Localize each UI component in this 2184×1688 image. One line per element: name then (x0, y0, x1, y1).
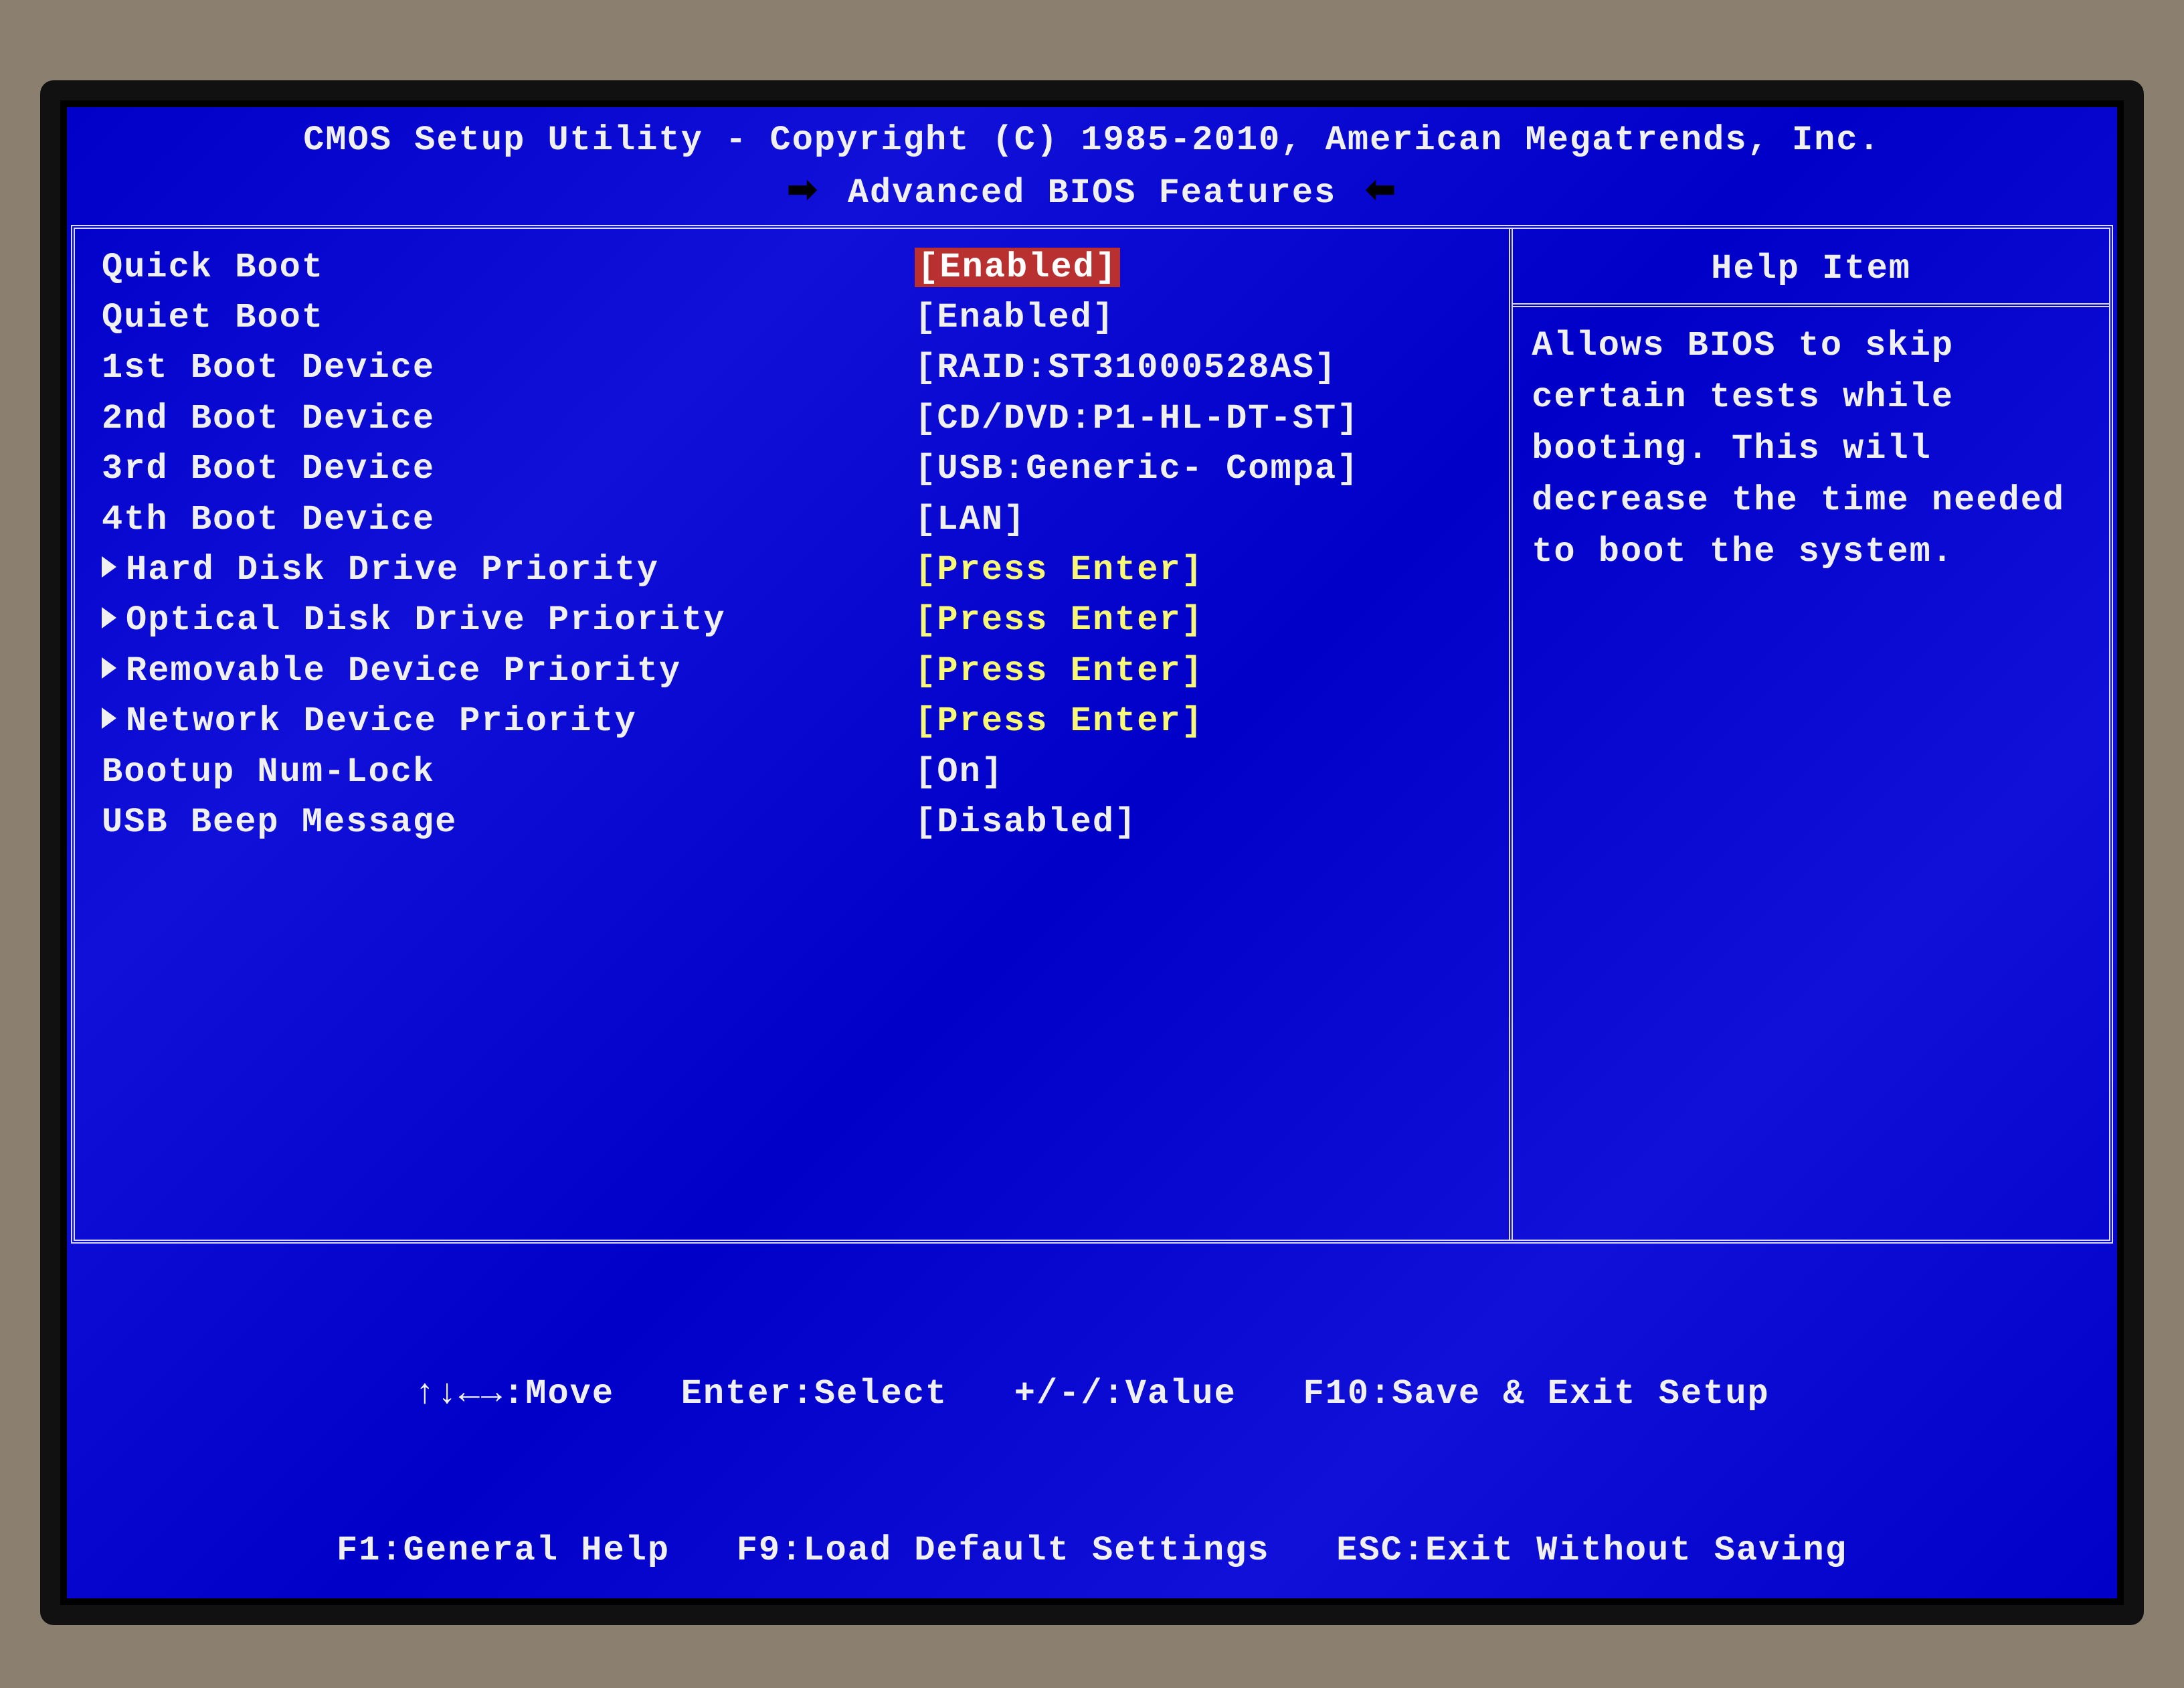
submenu-triangle-icon (102, 556, 116, 578)
setting-row[interactable]: Quick Boot[Enabled] (102, 242, 1504, 292)
setting-row[interactable]: Network Device Priority[Press Enter] (102, 696, 1504, 746)
setting-label: Bootup Num-Lock (102, 747, 915, 797)
setting-row[interactable]: 2nd Boot Device[CD/DVD:P1-HL-DT-ST] (102, 394, 1504, 444)
setting-label: 2nd Boot Device (102, 394, 915, 444)
setting-label: 1st Boot Device (102, 343, 915, 393)
setting-label: 3rd Boot Device (102, 444, 915, 494)
setting-row[interactable]: 3rd Boot Device[USB:Generic- Compa] (102, 444, 1504, 494)
setting-label: Network Device Priority (102, 696, 915, 746)
setting-row[interactable]: Optical Disk Drive Priority[Press Enter] (102, 595, 1504, 645)
help-panel: Help Item Allows BIOS to skip certain te… (1509, 229, 2109, 1240)
setting-label: Removable Device Priority (102, 646, 915, 696)
setting-row[interactable]: Removable Device Priority[Press Enter] (102, 646, 1504, 696)
content-frame: Quick Boot[Enabled]Quiet Boot[Enabled]1s… (71, 225, 2113, 1244)
setting-row[interactable]: Bootup Num-Lock[On] (102, 747, 1504, 797)
setting-row[interactable]: Hard Disk Drive Priority[Press Enter] (102, 545, 1504, 595)
setting-value[interactable]: [LAN] (915, 495, 1026, 545)
setting-label: Quick Boot (102, 242, 915, 292)
setting-value[interactable]: [Press Enter] (915, 696, 1204, 746)
arrow-right-icon: ➡ (780, 172, 825, 213)
footer-hints: ↑↓←→:Move Enter:Select +/-/:Value F10:Sa… (67, 1244, 2117, 1688)
setting-row[interactable]: USB Beep Message[Disabled] (102, 797, 1504, 847)
footer-line-2: F1:General Help F9:Load Default Settings… (74, 1525, 2110, 1577)
page-subtitle: Advanced BIOS Features (848, 173, 1337, 213)
help-body: Allows BIOS to skip certain tests while … (1513, 307, 2109, 592)
setting-value[interactable]: [Enabled] (915, 242, 1120, 292)
setting-label: Hard Disk Drive Priority (102, 545, 915, 595)
setting-value[interactable]: [Press Enter] (915, 646, 1204, 696)
settings-list[interactable]: Quick Boot[Enabled]Quiet Boot[Enabled]1s… (75, 229, 1509, 1240)
setting-label: 4th Boot Device (102, 495, 915, 545)
submenu-triangle-icon (102, 607, 116, 628)
footer-line-1: ↑↓←→:Move Enter:Select +/-/:Value F10:Sa… (74, 1368, 2110, 1420)
setting-row[interactable]: Quiet Boot[Enabled] (102, 292, 1504, 343)
setting-value[interactable]: [RAID:ST31000528AS] (915, 343, 1337, 393)
setting-label: Optical Disk Drive Priority (102, 595, 915, 645)
bios-screen: CMOS Setup Utility - Copyright (C) 1985-… (67, 107, 2117, 1598)
setting-value[interactable]: [CD/DVD:P1-HL-DT-ST] (915, 394, 1359, 444)
arrow-left-icon: ⬅ (1358, 172, 1403, 213)
submenu-triangle-icon (102, 707, 116, 729)
help-title: Help Item (1513, 229, 2109, 307)
setting-value[interactable]: [Enabled] (915, 292, 1115, 343)
setting-value[interactable]: [USB:Generic- Compa] (915, 444, 1359, 494)
setting-label: Quiet Boot (102, 292, 915, 343)
setting-value[interactable]: [Disabled] (915, 797, 1137, 847)
page-subtitle-row: ➡ Advanced BIOS Features ⬅ (67, 167, 2117, 224)
monitor-bezel: CMOS Setup Utility - Copyright (C) 1985-… (40, 80, 2144, 1625)
page-title: CMOS Setup Utility - Copyright (C) 1985-… (67, 107, 2117, 167)
setting-value[interactable]: [On] (915, 747, 1004, 797)
setting-row[interactable]: 1st Boot Device[RAID:ST31000528AS] (102, 343, 1504, 393)
setting-value[interactable]: [Press Enter] (915, 545, 1204, 595)
setting-row[interactable]: 4th Boot Device[LAN] (102, 495, 1504, 545)
setting-value[interactable]: [Press Enter] (915, 595, 1204, 645)
submenu-triangle-icon (102, 657, 116, 679)
setting-label: USB Beep Message (102, 797, 915, 847)
